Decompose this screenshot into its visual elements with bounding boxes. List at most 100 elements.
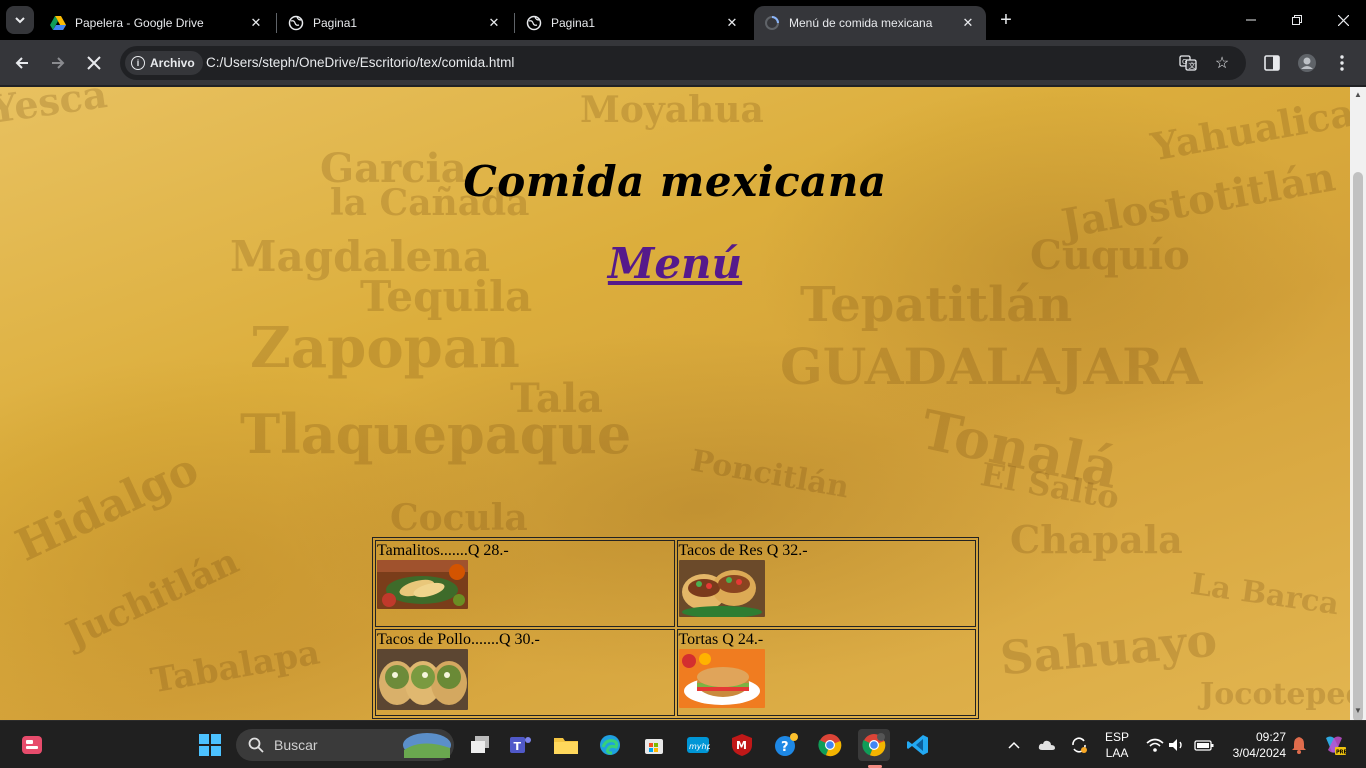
scroll-down-arrow-icon[interactable]: ▼ <box>1353 706 1363 716</box>
windows-taskbar: Buscar T myhp M ? ESP LAA 09:27 3/04/202… <box>0 720 1366 768</box>
forward-button[interactable] <box>44 49 72 77</box>
table-row: Tacos de Pollo.......Q 30.- Tortas Q 24.… <box>375 629 976 716</box>
close-icon <box>1337 14 1349 26</box>
update-sync-icon[interactable] <box>1068 721 1090 768</box>
svg-text:PRE: PRE <box>1336 750 1346 756</box>
stop-loading-button[interactable] <box>80 49 108 77</box>
google-drive-icon <box>50 15 66 31</box>
scroll-up-arrow-icon[interactable]: ▲ <box>1353 90 1363 100</box>
tab-separator <box>514 13 515 33</box>
background-word: Chapala <box>1010 517 1183 562</box>
language-code: ESP <box>1104 730 1129 744</box>
file-explorer-icon[interactable] <box>550 729 582 761</box>
menu-item-label: Tamalitos.......Q 28.- <box>377 542 509 559</box>
url-text[interactable]: C:/Users/steph/OneDrive/Escritorio/tex/c… <box>206 55 514 70</box>
myhp-icon[interactable]: myhp <box>682 729 714 761</box>
close-icon[interactable]: ✕ <box>486 15 502 31</box>
info-icon: i <box>131 56 145 70</box>
language-indicator[interactable]: ESP LAA <box>1100 729 1134 761</box>
clock-date: 3/04/2024 <box>1232 746 1286 760</box>
loading-icon <box>764 15 780 31</box>
globe-icon <box>288 15 304 31</box>
background-word: Jocotepec <box>1200 677 1350 712</box>
system-clock[interactable]: 09:27 3/04/2024 <box>1220 729 1286 761</box>
window-close-button[interactable] <box>1320 0 1366 40</box>
edge-icon[interactable] <box>594 729 626 761</box>
minimize-button[interactable] <box>1228 0 1274 40</box>
notification-bell-icon[interactable] <box>1288 721 1310 768</box>
chrome-icon[interactable] <box>814 729 846 761</box>
copilot-icon[interactable]: PRE <box>1320 721 1348 768</box>
teams-icon[interactable]: T <box>504 729 536 761</box>
microsoft-store-icon[interactable] <box>638 729 670 761</box>
taskbar-search-box[interactable]: Buscar <box>236 729 454 761</box>
tab-pagina1-a[interactable]: Pagina1 ✕ <box>278 6 512 40</box>
background-word: Tabalapa <box>147 632 323 702</box>
security-chip-label: Archivo <box>150 56 195 70</box>
table-row: Tamalitos.......Q 28.- Tacos de Res Q 32… <box>375 540 976 627</box>
menu-item-cell: Tacos de Res Q 32.- <box>676 540 976 627</box>
more-menu-icon[interactable] <box>1332 53 1352 73</box>
arrow-left-icon <box>15 57 28 69</box>
task-view-icon[interactable] <box>464 729 496 761</box>
background-word: Cocula <box>390 497 528 539</box>
svg-text:G: G <box>1182 58 1187 66</box>
battery-icon[interactable] <box>1192 721 1216 768</box>
tab-title: Menú de comida mexicana <box>789 16 933 30</box>
search-highlight-icon <box>403 733 451 758</box>
chevron-up-icon[interactable] <box>1004 721 1024 768</box>
close-icon <box>87 56 101 70</box>
background-word: Moyahua <box>580 89 764 131</box>
chrome-active-window-icon[interactable] <box>858 729 890 761</box>
search-icon <box>248 737 264 753</box>
clock-time: 09:27 <box>1255 730 1286 744</box>
background-word: Yesca <box>0 87 110 132</box>
close-icon[interactable]: ✕ <box>724 15 740 31</box>
vscode-icon[interactable] <box>902 729 934 761</box>
site-info-chip[interactable]: i Archivo <box>125 51 203 75</box>
wifi-icon[interactable] <box>1144 721 1166 768</box>
restore-button[interactable] <box>1274 0 1320 40</box>
tab-papelera[interactable]: Papelera - Google Drive ✕ <box>40 6 274 40</box>
background-word: Juchitlán <box>59 539 245 657</box>
svg-text:?: ? <box>781 740 789 755</box>
tab-search-button[interactable] <box>6 6 34 34</box>
onedrive-cloud-icon[interactable] <box>1036 721 1058 768</box>
background-word: Zapopan <box>250 315 520 381</box>
bookmark-star-icon[interactable]: ☆ <box>1212 53 1232 73</box>
vertical-scrollbar[interactable]: ▲ ▼ <box>1350 87 1366 722</box>
close-icon[interactable]: ✕ <box>248 15 264 31</box>
profile-avatar-icon[interactable] <box>1297 53 1317 73</box>
tab-title: Pagina1 <box>313 16 358 30</box>
minimize-icon <box>1246 19 1256 21</box>
tab-title: Papelera - Google Drive <box>75 16 204 30</box>
tab-separator <box>276 13 277 33</box>
menu-item-cell: Tortas Q 24.- <box>676 629 976 716</box>
new-tab-button[interactable]: + <box>994 8 1018 32</box>
mcafee-icon[interactable]: M <box>726 729 758 761</box>
menu-link[interactable]: Menú <box>608 239 742 288</box>
torta-photo <box>678 649 765 708</box>
svg-text:myhp: myhp <box>689 742 710 751</box>
address-bar[interactable]: i Archivo C:/Users/steph/OneDrive/Escrit… <box>120 46 1246 80</box>
page-viewport: Yesca Moyahua Yahualica Garcia la Cañada… <box>0 87 1350 720</box>
tab-strip: Papelera - Google Drive ✕ Pagina1 ✕ Pagi… <box>0 0 1366 40</box>
close-icon[interactable]: ✕ <box>960 15 976 31</box>
tab-menu-comida[interactable]: Menú de comida mexicana ✕ <box>754 6 986 40</box>
side-panel-icon[interactable] <box>1262 53 1282 73</box>
get-help-icon[interactable]: ? <box>770 729 802 761</box>
volume-icon[interactable] <box>1166 721 1188 768</box>
back-button[interactable] <box>8 49 36 77</box>
start-windows-icon[interactable] <box>194 729 226 761</box>
background-word: GUADALAJARA <box>780 337 1203 396</box>
widgets-icon[interactable] <box>16 729 48 761</box>
background-word: Tlaquepaque <box>240 402 632 466</box>
arrow-right-icon <box>52 57 65 69</box>
scrollbar-thumb[interactable] <box>1353 172 1363 722</box>
translate-icon[interactable]: G文 <box>1178 53 1198 73</box>
background-word: Poncitlán <box>688 443 852 506</box>
menu-item-cell: Tamalitos.......Q 28.- <box>375 540 675 627</box>
tab-pagina1-b[interactable]: Pagina1 ✕ <box>516 6 750 40</box>
menu-heading: Menú <box>0 239 1350 288</box>
page-title: Comida mexicana <box>463 157 887 206</box>
